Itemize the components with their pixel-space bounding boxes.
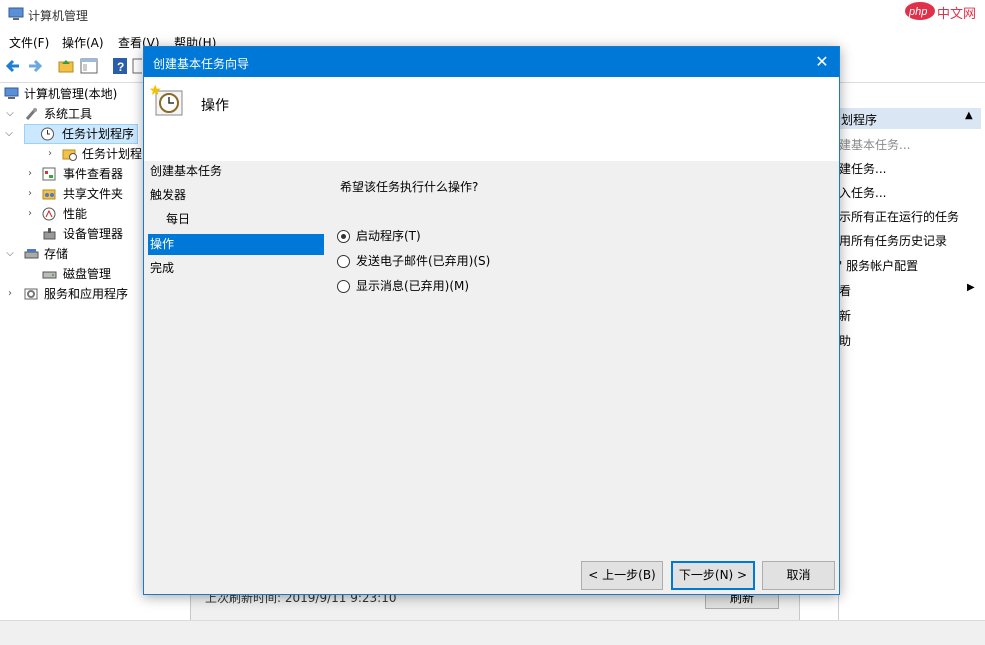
computer-icon	[4, 87, 19, 101]
next-button[interactable]: 下一步(N) >	[671, 561, 755, 590]
actions-header[interactable]: 划程序 ▲	[839, 108, 981, 129]
action-question: 希望该任务执行什么操作?	[340, 180, 479, 194]
tree-label-root: 计算机管理(本地)	[24, 87, 118, 101]
clock-icon	[40, 127, 55, 141]
dialog-title: 创建基本任务向导	[153, 57, 250, 71]
tree-label-device-manager: 设备管理器	[63, 227, 124, 241]
properties-icon[interactable]	[132, 57, 146, 75]
services-icon	[24, 287, 39, 301]
dialog-titlebar: 创建基本任务向导 ✕	[144, 47, 839, 77]
computer-management-icon	[8, 7, 24, 21]
action-enable-history[interactable]: 用所有任务历史记录	[839, 232, 947, 249]
chevron-right-icon[interactable]: ›	[24, 184, 36, 204]
option-send-email-label: 发送电子邮件(已弃用)(S)	[356, 254, 491, 268]
collapse-up-icon[interactable]: ▲	[965, 110, 973, 121]
submenu-arrow-icon: ▶	[967, 282, 975, 293]
step-action[interactable]: 操作	[148, 234, 324, 255]
svg-text:php: php	[908, 6, 927, 18]
window-title: 计算机管理	[28, 9, 89, 23]
action-service-account[interactable]: ' 服务帐户配置	[839, 257, 918, 274]
tree-label-services-apps: 服务和应用程序	[44, 287, 129, 301]
window-titlebar: 计算机管理 php 中文网	[0, 0, 985, 30]
performance-icon	[42, 207, 57, 221]
tree-label-performance: 性能	[63, 207, 88, 221]
radio-display-message[interactable]	[337, 280, 350, 293]
up-folder-icon[interactable]	[57, 57, 75, 75]
storage-icon	[24, 247, 39, 261]
status-bar	[0, 620, 985, 645]
action-refresh[interactable]: 新	[839, 307, 851, 324]
step-finish[interactable]: 完成	[148, 258, 324, 279]
action-help[interactable]: 助	[839, 332, 851, 349]
menu-file[interactable]: 文件(F)	[9, 34, 49, 51]
chevron-right-icon[interactable]: ›	[44, 144, 56, 164]
action-view[interactable]: 看	[839, 282, 851, 299]
chevron-right-icon[interactable]: ›	[24, 164, 36, 184]
watermark-text: 中文网	[937, 7, 977, 22]
radio-start-program[interactable]	[337, 230, 350, 243]
tree-label-shared-folders: 共享文件夹	[63, 187, 124, 201]
tree-label-storage: 存储	[44, 247, 69, 261]
option-start-program-label: 启动程序(T)	[356, 229, 421, 243]
chevron-right-icon[interactable]: ›	[24, 204, 36, 224]
tree-label-system-tools: 系统工具	[44, 107, 93, 121]
action-create-basic-task[interactable]: 建基本任务...	[839, 136, 910, 153]
chevron-right-icon[interactable]: ›	[4, 284, 16, 304]
step-daily[interactable]: 每日	[148, 209, 324, 230]
action-import-task[interactable]: 入任务...	[839, 184, 886, 201]
tree-label-task-scheduler: 任务计划程序	[62, 127, 135, 141]
event-viewer-icon	[42, 167, 57, 181]
svg-text:?: ?	[117, 60, 124, 74]
step-trigger[interactable]: 触发器	[148, 185, 324, 206]
tree-label-task-library: 任务计划程	[82, 147, 143, 161]
tree-label-disk-management: 磁盘管理	[63, 267, 112, 281]
forward-arrow-icon[interactable]	[26, 57, 44, 75]
show-hide-tree-icon[interactable]	[80, 57, 98, 75]
tools-icon	[24, 107, 39, 121]
watermark-logo: php 中文网	[904, 0, 985, 24]
folder-clock-icon	[62, 147, 77, 161]
chevron-down-icon[interactable]: ⌵	[4, 244, 16, 264]
chevron-down-icon[interactable]: ⌵	[3, 125, 15, 143]
close-icon[interactable]: ✕	[811, 51, 833, 73]
step-create-basic-task[interactable]: 创建基本任务	[148, 161, 324, 182]
action-show-running[interactable]: 示所有正在运行的任务	[839, 208, 959, 225]
actions-header-label: 划程序	[841, 113, 878, 127]
radio-send-email[interactable]	[337, 255, 350, 268]
action-create-task[interactable]: 建任务...	[839, 160, 886, 177]
dialog-header: 操作	[144, 77, 839, 161]
cancel-button[interactable]: 取消	[762, 561, 835, 590]
back-arrow-icon[interactable]	[4, 57, 22, 75]
tree-item-task-scheduler[interactable]: ⌵ 任务计划程序	[5, 124, 138, 144]
tree-label-event-viewer: 事件查看器	[63, 167, 124, 181]
task-wizard-icon	[149, 83, 184, 117]
disk-icon	[42, 267, 57, 281]
menu-action[interactable]: 操作(A)	[62, 34, 104, 51]
actions-pane: 划程序 ▲ 建基本任务... 建任务... 入任务... 示所有正在运行的任务 …	[838, 84, 985, 620]
dialog-heading: 操作	[201, 98, 229, 114]
help-icon[interactable]: ?	[111, 57, 129, 75]
basic-task-wizard-dialog: 创建基本任务向导 ✕ 操作 创建基本任务 触发器 每日 操作 完成 希望该任务执…	[143, 46, 840, 595]
shared-folder-icon	[42, 187, 57, 201]
device-manager-icon	[42, 227, 57, 241]
chevron-down-icon[interactable]: ⌵	[4, 104, 16, 124]
back-button[interactable]: < 上一步(B)	[581, 561, 663, 590]
option-display-message-label: 显示消息(已弃用)(M)	[356, 279, 470, 293]
